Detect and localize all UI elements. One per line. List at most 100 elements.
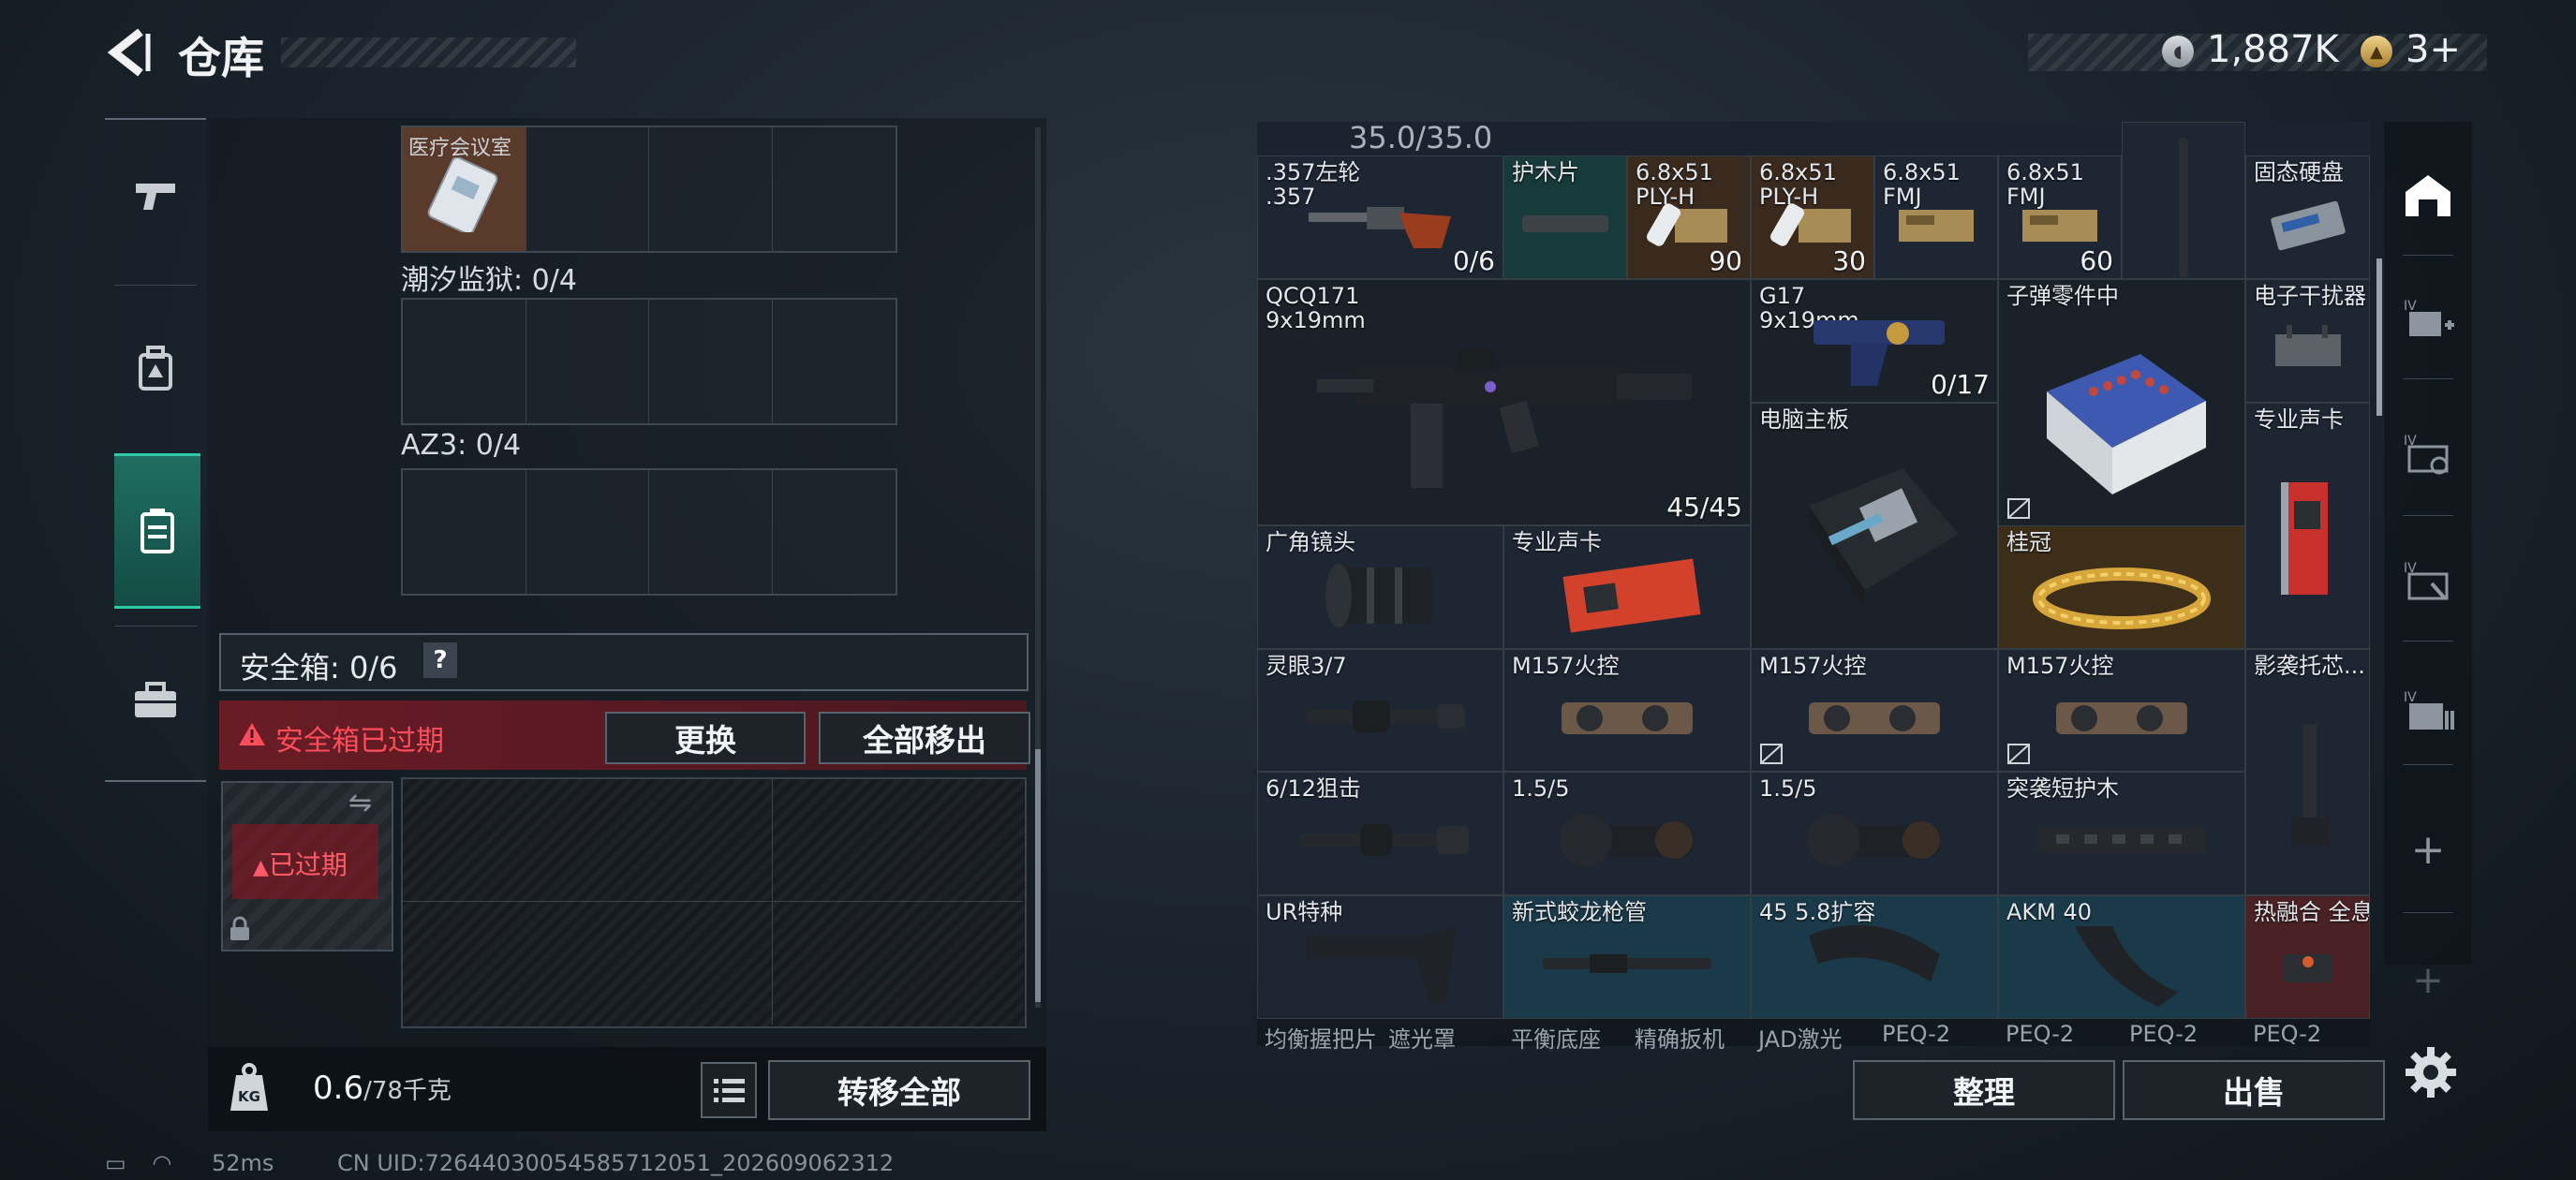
add-ammo-icon: IV (2404, 299, 2454, 336)
silver-coin-icon: ◖ (2162, 36, 2194, 67)
rail-divider (114, 285, 197, 286)
item-name: 1.5/5 (1759, 775, 1817, 802)
empty-slot[interactable] (526, 470, 649, 594)
tab-case[interactable] (105, 626, 206, 775)
item-scope-1-5[interactable]: 1.5/5 (1503, 772, 1751, 895)
swap-icon[interactable]: ⇋ (348, 787, 372, 819)
item-name[interactable]: JAD激光 (1758, 1021, 1843, 1054)
item-name: M157火控 (1512, 653, 1620, 679)
item-short-handguard[interactable]: 突袭短护木 (1998, 772, 2245, 895)
item-stock-core[interactable]: 影袭托芯... (2245, 649, 2370, 895)
empty-slot[interactable] (526, 127, 649, 251)
empty-slot[interactable] (649, 470, 773, 594)
tab-storage-2[interactable]: IV (2393, 285, 2463, 354)
sort-button[interactable]: 整理 (1853, 1060, 2115, 1120)
item-ssd[interactable]: 固态硬盘 (2245, 155, 2370, 279)
item-name[interactable]: 精确扳机 (1635, 1021, 1725, 1054)
item-name[interactable]: PEQ-2 (1882, 1021, 1950, 1047)
laurel-crown-icon (2033, 567, 2211, 629)
empty-slot[interactable] (403, 470, 526, 594)
item-scope-6-12[interactable]: 6/12狙击 (1257, 772, 1503, 895)
item-sound-card[interactable]: 专业声卡 (2245, 403, 2370, 649)
item-fire-control[interactable]: M157火控 (1751, 649, 1998, 772)
item-handguard-piece[interactable]: 护木片 (1503, 155, 1627, 279)
fire-control-icon (1809, 701, 1940, 734)
gear-icon (2406, 1047, 2456, 1098)
item-name: 护木片 (1512, 159, 1579, 185)
item-motherboard[interactable]: 电脑主板 (1751, 403, 1998, 649)
transfer-all-button[interactable]: 转移全部 (768, 1060, 1030, 1120)
item-ammo-fmj[interactable]: 6.8x51 FMJ (1874, 155, 1998, 279)
item-scope-1-5[interactable]: 1.5/5 (1751, 772, 1998, 895)
item-laurel-crown[interactable]: 桂冠 (1998, 525, 2245, 649)
empty-slot[interactable] (773, 470, 896, 594)
list-view-button[interactable] (701, 1062, 757, 1118)
item-ammo-ply[interactable]: 6.8x51 PLY-H 30 (1751, 155, 1874, 279)
item-ammo-ply[interactable]: 6.8x51 PLY-H 90 (1627, 155, 1751, 279)
item-fire-control[interactable]: M157火控 (1998, 649, 2245, 772)
tab-storage-5[interactable]: IV (2393, 676, 2463, 745)
item-slot[interactable]: 医疗会议室 (403, 127, 526, 251)
help-button[interactable]: ? (423, 642, 457, 678)
item-antenna[interactable] (2122, 122, 2245, 279)
item-revolver[interactable]: .357左轮 .357 0/6 (1257, 155, 1503, 279)
replace-button[interactable]: 更换 (605, 712, 806, 764)
empty-slot[interactable] (649, 300, 773, 423)
item-wide-lens[interactable]: 广角镜头 (1257, 525, 1503, 649)
item-ammo-fmj[interactable]: 6.8x51 FMJ 60 (1998, 155, 2122, 279)
sell-button[interactable]: 出售 (2123, 1060, 2385, 1120)
scope-icon (1560, 813, 1693, 866)
item-jammer[interactable]: 电子干扰器 (2245, 279, 2370, 403)
motherboard-icon (1809, 467, 1959, 609)
empty-slot[interactable] (773, 127, 896, 251)
item-name[interactable]: 平衡底座 (1511, 1021, 1601, 1054)
item-scope-3-7[interactable]: 灵眼3/7 (1257, 649, 1503, 772)
settings-button[interactable] (2402, 1043, 2460, 1101)
empty-slot[interactable] (526, 300, 649, 423)
item-count: 0/6 (1452, 245, 1495, 276)
item-fire-control[interactable]: M157火控 (1503, 649, 1751, 772)
item-extended-mag[interactable]: 45 5.8扩容 (1751, 895, 1998, 1019)
empty-slot[interactable] (649, 127, 773, 251)
left-scrollbar-thumb[interactable] (1035, 749, 1041, 1002)
add-storage-button[interactable]: + (2393, 815, 2463, 884)
tab-backpack[interactable] (105, 294, 206, 444)
item-special-stock[interactable]: UR特种 (1257, 895, 1503, 1019)
item-name[interactable]: PEQ-2 (2129, 1021, 2198, 1047)
tab-weapons[interactable] (105, 120, 206, 270)
safe-box-grid[interactable] (401, 777, 1027, 1028)
item-name[interactable]: 均衡握把片 (1265, 1021, 1377, 1054)
item-name[interactable]: PEQ-2 (2006, 1021, 2074, 1047)
magazine-icon (1809, 924, 1940, 982)
item-smg-qcq171[interactable]: QCQ171 9x19mm 45/45 (1257, 279, 1751, 525)
item-name[interactable]: 遮光罩 (1388, 1021, 1456, 1054)
gold-coin-icon: ▲ (2361, 36, 2392, 67)
item-pistol-g17[interactable]: G17 9x19mm 0/17 (1751, 279, 1998, 403)
item-count: 60 (2080, 245, 2113, 276)
item-barrel[interactable]: 新式蛟龙枪管 (1503, 895, 1751, 1019)
gold-coin-value[interactable]: 3+ (2406, 28, 2461, 71)
container-label-prison: 潮汐监狱: 0/4 (401, 264, 577, 297)
safe-box-label: 安全箱: 0/6 (240, 650, 398, 686)
back-button[interactable] (105, 26, 157, 79)
item-holo-sight[interactable]: 热融合 全息 (2245, 895, 2370, 1019)
svg-text:IV: IV (2404, 690, 2417, 705)
item-ammo-parts-case[interactable]: 子弹零件中 (1998, 279, 2245, 526)
storage-scrollbar[interactable] (2376, 258, 2382, 416)
rail-divider (2403, 912, 2453, 913)
handguard-icon (2037, 826, 2206, 853)
empty-slot[interactable] (403, 300, 526, 423)
item-name[interactable]: PEQ-2 (2253, 1021, 2321, 1047)
tab-storage-3[interactable]: IV (2393, 420, 2463, 489)
move-all-out-button[interactable]: 全部移出 (819, 712, 1030, 764)
list-icon (714, 1079, 745, 1102)
empty-slot[interactable] (773, 300, 896, 423)
revolver-icon (1308, 206, 1451, 248)
tab-chest-rig[interactable] (114, 453, 200, 609)
item-sound-card[interactable]: 专业声卡 (1503, 525, 1751, 649)
item-akm-mag[interactable]: AKM 40 (1998, 895, 2245, 1019)
safe-box-expired-text: 安全箱已过期 (275, 725, 444, 758)
tab-storage-4[interactable]: IV (2393, 547, 2463, 616)
weight-icon: KG (230, 1063, 268, 1111)
tab-main-storage[interactable] (2393, 161, 2463, 230)
